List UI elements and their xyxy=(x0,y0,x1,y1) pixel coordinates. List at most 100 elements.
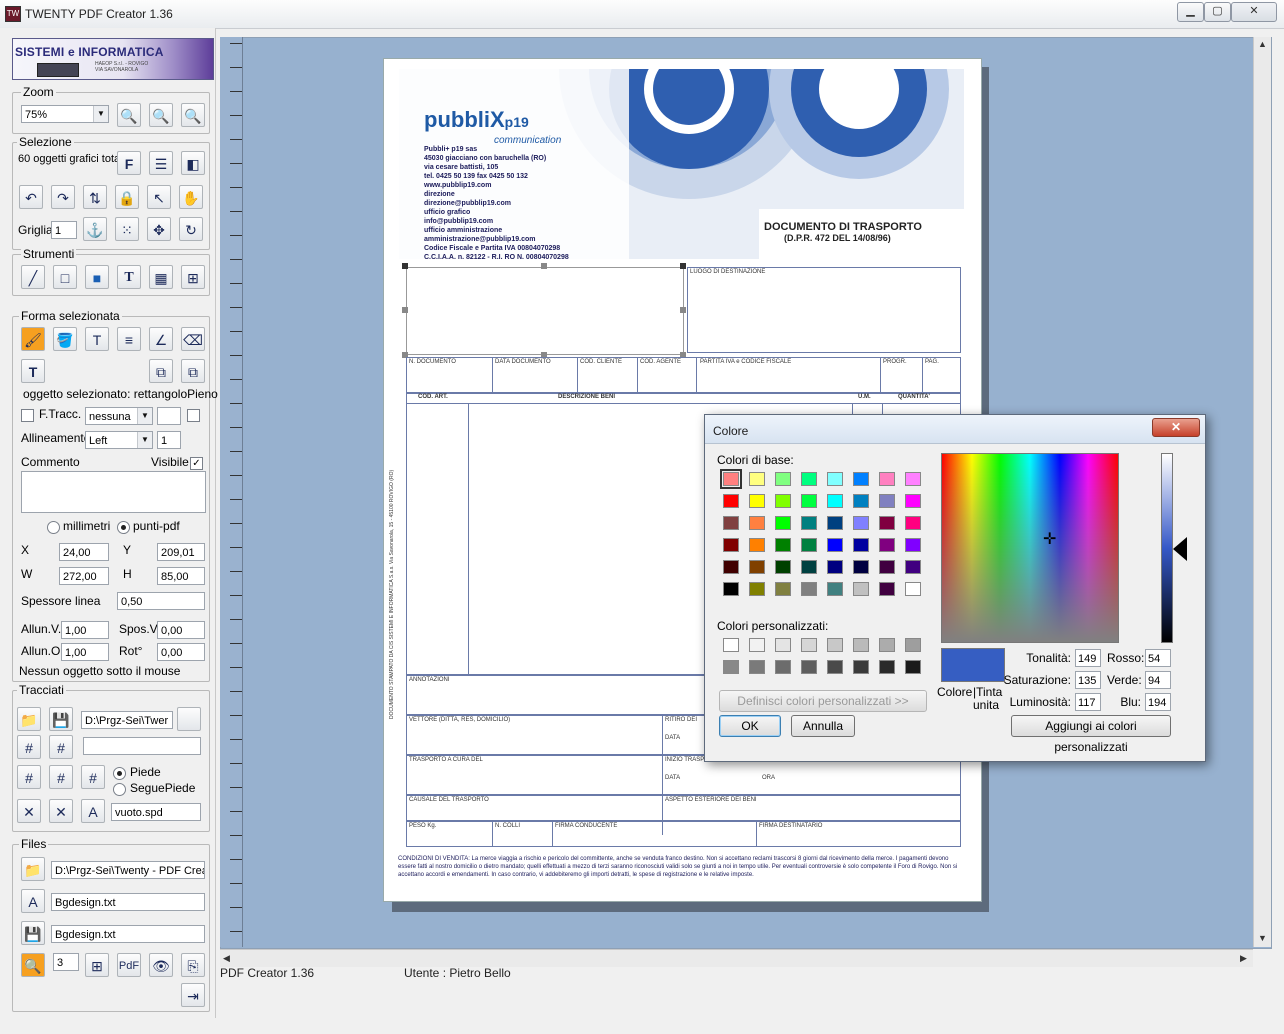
color-swatch[interactable] xyxy=(879,494,895,508)
close-button[interactable]: ✕ xyxy=(1231,2,1277,22)
color-swatch[interactable] xyxy=(749,516,765,530)
minimize-button[interactable]: ▁ xyxy=(1177,2,1204,22)
text-a-icon[interactable]: A xyxy=(81,799,105,823)
x-view-icon[interactable]: ✕ xyxy=(17,799,41,823)
scroll-right-icon[interactable]: ▶ xyxy=(1240,953,1247,964)
color-swatch[interactable] xyxy=(827,538,843,552)
sposv-input[interactable]: 0,00 xyxy=(157,621,205,639)
save-icon[interactable]: 💾 xyxy=(49,707,73,731)
color-swatch[interactable] xyxy=(723,516,739,530)
ftracc-select[interactable]: nessuna ▼ xyxy=(85,407,153,425)
selection-handle[interactable] xyxy=(680,307,686,313)
allineamento-select[interactable]: Left ▼ xyxy=(85,431,153,449)
color-swatch[interactable] xyxy=(723,560,739,574)
magnify-doc-icon[interactable]: 🔍 xyxy=(21,953,45,977)
text-tool-icon[interactable]: T xyxy=(117,265,141,289)
color-swatch[interactable] xyxy=(801,660,817,674)
griglia-input[interactable]: 1 xyxy=(51,221,77,239)
bring-front-icon[interactable]: ⧉ xyxy=(149,359,173,383)
selection-handle[interactable] xyxy=(402,307,408,313)
tonalita-input[interactable]: 149 xyxy=(1075,649,1101,667)
color-swatch[interactable] xyxy=(827,660,843,674)
color-swatch[interactable] xyxy=(775,472,791,486)
color-swatch[interactable] xyxy=(905,538,921,552)
open-folder-icon[interactable]: 📁 xyxy=(17,707,41,731)
files-folder-icon[interactable]: 📁 xyxy=(21,857,45,881)
color-swatch[interactable] xyxy=(749,472,765,486)
color-swatch[interactable] xyxy=(723,660,739,674)
color-swatch[interactable] xyxy=(853,494,869,508)
pdf-icon[interactable]: PdF xyxy=(117,953,141,977)
selected-rectangle[interactable] xyxy=(406,267,684,355)
w-input[interactable]: 272,00 xyxy=(59,567,109,585)
color-swatch[interactable] xyxy=(775,494,791,508)
y-input[interactable]: 209,01 xyxy=(157,543,205,561)
scroll-left-icon[interactable]: ◀ xyxy=(223,953,230,964)
color-swatch[interactable] xyxy=(775,538,791,552)
x-save-icon[interactable]: ✕ xyxy=(49,799,73,823)
numbering-a-icon[interactable]: # xyxy=(49,735,73,759)
color-swatch[interactable] xyxy=(775,582,791,596)
color-swatch[interactable] xyxy=(853,472,869,486)
maximize-button[interactable]: ▢ xyxy=(1204,2,1231,22)
zoom-out-button[interactable]: 🔍 xyxy=(149,103,173,127)
color-swatch[interactable] xyxy=(879,516,895,530)
color-swatch[interactable] xyxy=(879,538,895,552)
color-swatch[interactable] xyxy=(853,660,869,674)
scroll-up-icon[interactable]: ▲ xyxy=(1258,39,1267,49)
color-spectrum[interactable]: ✛ xyxy=(941,453,1119,643)
color-swatch[interactable] xyxy=(723,494,739,508)
allineamento-num-input[interactable]: 1 xyxy=(157,431,181,449)
unit-mm-radio[interactable] xyxy=(47,521,60,534)
color-swatch[interactable] xyxy=(801,560,817,574)
add-custom-color-button[interactable]: Aggiungi ai colori personalizzati xyxy=(1011,715,1171,754)
rectangle-tool-icon[interactable]: □ xyxy=(53,265,77,289)
saturazione-input[interactable]: 135 xyxy=(1075,671,1101,689)
color-swatch[interactable] xyxy=(905,560,921,574)
color-swatch[interactable] xyxy=(801,516,817,530)
color-swatch[interactable] xyxy=(749,494,765,508)
piede-radio[interactable] xyxy=(113,767,126,780)
color-swatch[interactable] xyxy=(775,516,791,530)
grid-dots-icon[interactable]: ⁙ xyxy=(115,217,139,241)
files-save-icon[interactable]: 💾 xyxy=(21,921,45,945)
line-tool-icon[interactable]: ╱ xyxy=(21,265,45,289)
tracciati-path-input[interactable]: D:\Prgz-Sei\Twer xyxy=(81,711,173,729)
color-swatch[interactable] xyxy=(879,560,895,574)
color-swatch[interactable] xyxy=(905,472,921,486)
selection-handle[interactable] xyxy=(680,263,686,269)
rotate-icon[interactable]: ↻ xyxy=(179,217,203,241)
lock-icon[interactable]: 🔒 xyxy=(115,185,139,209)
filled-rect-tool-icon[interactable]: ■ xyxy=(85,265,109,289)
color-swatch[interactable] xyxy=(749,538,765,552)
alluno-input[interactable]: 1,00 xyxy=(61,643,109,661)
preview-eye-icon[interactable]: 👁 xyxy=(149,953,173,977)
color-swatch[interactable] xyxy=(827,560,843,574)
color-swatch[interactable] xyxy=(853,538,869,552)
color-swatch[interactable] xyxy=(775,660,791,674)
luminosita-input[interactable]: 117 xyxy=(1075,693,1101,711)
selection-handle[interactable] xyxy=(402,263,408,269)
hash-edit-icon[interactable]: # xyxy=(81,765,105,789)
color-swatch[interactable] xyxy=(749,560,765,574)
color-swatch[interactable] xyxy=(775,560,791,574)
image-tool-icon[interactable]: ▦ xyxy=(149,265,173,289)
color-swatch[interactable] xyxy=(879,660,895,674)
verde-input[interactable]: 94 xyxy=(1145,671,1171,689)
color-swatch[interactable] xyxy=(827,638,843,652)
color-swatch[interactable] xyxy=(801,638,817,652)
tracciati-extra-input[interactable] xyxy=(83,737,201,755)
rot-input[interactable]: 0,00 xyxy=(157,643,205,661)
color-swatch[interactable] xyxy=(905,638,921,652)
undo-icon[interactable]: ↶ xyxy=(19,185,43,209)
color-swatch[interactable] xyxy=(879,638,895,652)
tracciati-file-input[interactable]: vuoto.spd xyxy=(111,803,201,821)
selection-handle[interactable] xyxy=(541,263,547,269)
dialog-close-button[interactable]: ✕ xyxy=(1152,418,1200,437)
color-swatch[interactable] xyxy=(723,538,739,552)
send-back-icon[interactable]: ⧉ xyxy=(181,359,205,383)
visibile-checkbox[interactable]: ✓ xyxy=(190,457,203,470)
list-button[interactable]: ☰ xyxy=(149,151,173,175)
vertical-scrollbar[interactable]: ▲ ▼ xyxy=(1253,37,1271,947)
blu-input[interactable]: 194 xyxy=(1145,693,1171,711)
